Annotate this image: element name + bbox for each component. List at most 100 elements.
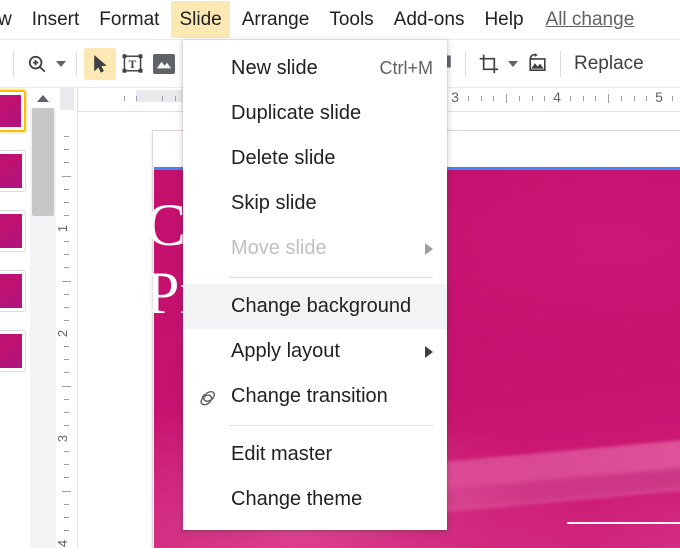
ruler-tick — [64, 529, 69, 531]
submenu-arrow-icon — [425, 242, 433, 255]
ruler-tick — [174, 96, 176, 101]
ruler-tick — [64, 398, 69, 400]
image-icon[interactable] — [148, 48, 180, 80]
slide-thumbnail-preview — [0, 95, 21, 127]
slides-editor-window: w Insert Format Slide Arrange Tools Add-ons Hel… — [0, 0, 680, 548]
slide-thumbnail[interactable] — [0, 330, 26, 372]
ruler-tick — [64, 372, 69, 374]
ruler-tick — [62, 385, 71, 387]
ruler-tick — [64, 516, 69, 518]
slide-thumbnail[interactable] — [0, 210, 26, 252]
filmstrip-scrollbar-thumb[interactable] — [32, 108, 54, 216]
menu-bar: w Insert Format Slide Arrange Tools Add-ons Hel… — [0, 0, 680, 40]
menu-item-move-slide[interactable]: Move slide — [183, 226, 447, 271]
ruler-tick — [64, 267, 69, 269]
ruler-tick — [64, 503, 69, 505]
crop-icon[interactable] — [473, 48, 505, 80]
text-box-icon[interactable]: T — [116, 48, 148, 80]
photo-line-decoration — [566, 521, 680, 524]
ruler-tick — [64, 319, 69, 321]
ruler-tick — [64, 149, 69, 151]
ruler-tick — [633, 96, 635, 101]
slide-thumbnail[interactable] — [0, 90, 26, 132]
toolbar-divider — [76, 50, 77, 77]
menu-format[interactable]: Format — [91, 1, 167, 38]
slide-thumbnail-preview — [0, 274, 22, 308]
menu-item-delete-slide[interactable]: Delete slide — [183, 136, 447, 181]
zoom-in-icon[interactable] — [21, 48, 53, 80]
ruler-tick — [62, 280, 71, 282]
slide-filmstrip[interactable] — [0, 88, 30, 548]
menu-w[interactable]: w — [0, 1, 20, 38]
menu-item-apply-layout[interactable]: Apply layout — [183, 329, 447, 374]
crop-dropdown-caret[interactable] — [505, 48, 521, 80]
menu-arrange[interactable]: Arrange — [234, 1, 318, 38]
ruler-tick — [506, 94, 507, 103]
menu-item-label: Change background — [231, 295, 412, 317]
ruler-label: 4 — [553, 89, 561, 105]
menu-item-change-transition[interactable]: Change transition — [183, 374, 447, 419]
ruler-tick — [467, 96, 469, 101]
ruler-label: 4 — [56, 539, 71, 548]
ruler-tick — [64, 201, 69, 203]
menu-insert[interactable]: Insert — [24, 1, 88, 38]
menu-item-change-theme[interactable]: Change theme — [183, 477, 447, 522]
menu-item-label: Delete slide — [231, 147, 336, 169]
zoom-dropdown-caret[interactable] — [53, 48, 69, 80]
ruler-tick — [136, 96, 138, 101]
slide-menu-dropdown[interactable]: New slide Ctrl+M Duplicate slide Delete sli… — [183, 40, 447, 530]
menu-item-label: Move slide — [231, 237, 327, 259]
toolbar-divider — [560, 50, 561, 77]
menu-add-ons[interactable]: Add-ons — [386, 1, 473, 38]
ruler-tick — [64, 188, 69, 190]
slide-thumbnail-preview — [0, 334, 22, 368]
ruler-margin-zone — [60, 88, 74, 110]
image-mask-icon[interactable] — [521, 48, 553, 80]
ruler-tick — [64, 306, 69, 308]
ruler-tick — [608, 94, 609, 103]
toolbar-divider — [13, 50, 14, 77]
ruler-tick — [64, 136, 69, 138]
replace-image-button[interactable]: Replace — [568, 49, 650, 79]
menu-help[interactable]: Help — [476, 1, 531, 38]
ruler-tick — [518, 96, 520, 101]
transition-icon — [197, 386, 219, 408]
ruler-tick — [64, 359, 69, 361]
chevron-up-icon[interactable] — [30, 88, 56, 108]
ruler-tick — [123, 96, 125, 101]
menu-item-change-background[interactable]: Change background — [183, 284, 447, 329]
submenu-arrow-icon — [425, 345, 433, 358]
ruler-tick — [64, 477, 69, 479]
cursor-arrow-icon[interactable] — [84, 47, 116, 80]
ruler-tick — [646, 96, 648, 101]
svg-text:T: T — [128, 59, 136, 71]
ruler-tick — [64, 214, 69, 216]
save-status-link[interactable]: All change — [546, 9, 635, 31]
vertical-ruler[interactable]: 1 2 3 4 — [56, 88, 78, 548]
ruler-tick — [161, 96, 163, 101]
slide-thumbnail[interactable] — [0, 270, 26, 312]
ruler-tick — [64, 254, 69, 256]
ruler-tick — [62, 490, 71, 492]
menu-slide[interactable]: Slide — [171, 1, 230, 38]
menu-tools[interactable]: Tools — [321, 1, 381, 38]
menu-item-skip-slide[interactable]: Skip slide — [183, 181, 447, 226]
menu-item-duplicate-slide[interactable]: Duplicate slide — [183, 91, 447, 136]
ruler-tick — [64, 451, 69, 453]
ruler-tick — [480, 96, 482, 101]
ruler-tick — [620, 96, 622, 101]
slide-thumbnail[interactable] — [0, 150, 26, 192]
menu-separator — [229, 425, 433, 426]
menu-item-label: Skip slide — [231, 192, 317, 214]
ruler-tick — [64, 464, 69, 466]
ruler-tick — [493, 96, 495, 101]
menu-item-new-slide[interactable]: New slide Ctrl+M — [183, 46, 447, 91]
ruler-tick — [531, 96, 533, 101]
slide-thumbnail-preview — [0, 214, 22, 248]
ruler-label: 5 — [655, 89, 663, 105]
menu-item-edit-master[interactable]: Edit master — [183, 432, 447, 477]
ruler-tick — [544, 96, 546, 101]
ruler-tick — [64, 293, 69, 295]
slide-thumbnail-preview — [0, 154, 22, 188]
menu-separator — [229, 277, 433, 278]
